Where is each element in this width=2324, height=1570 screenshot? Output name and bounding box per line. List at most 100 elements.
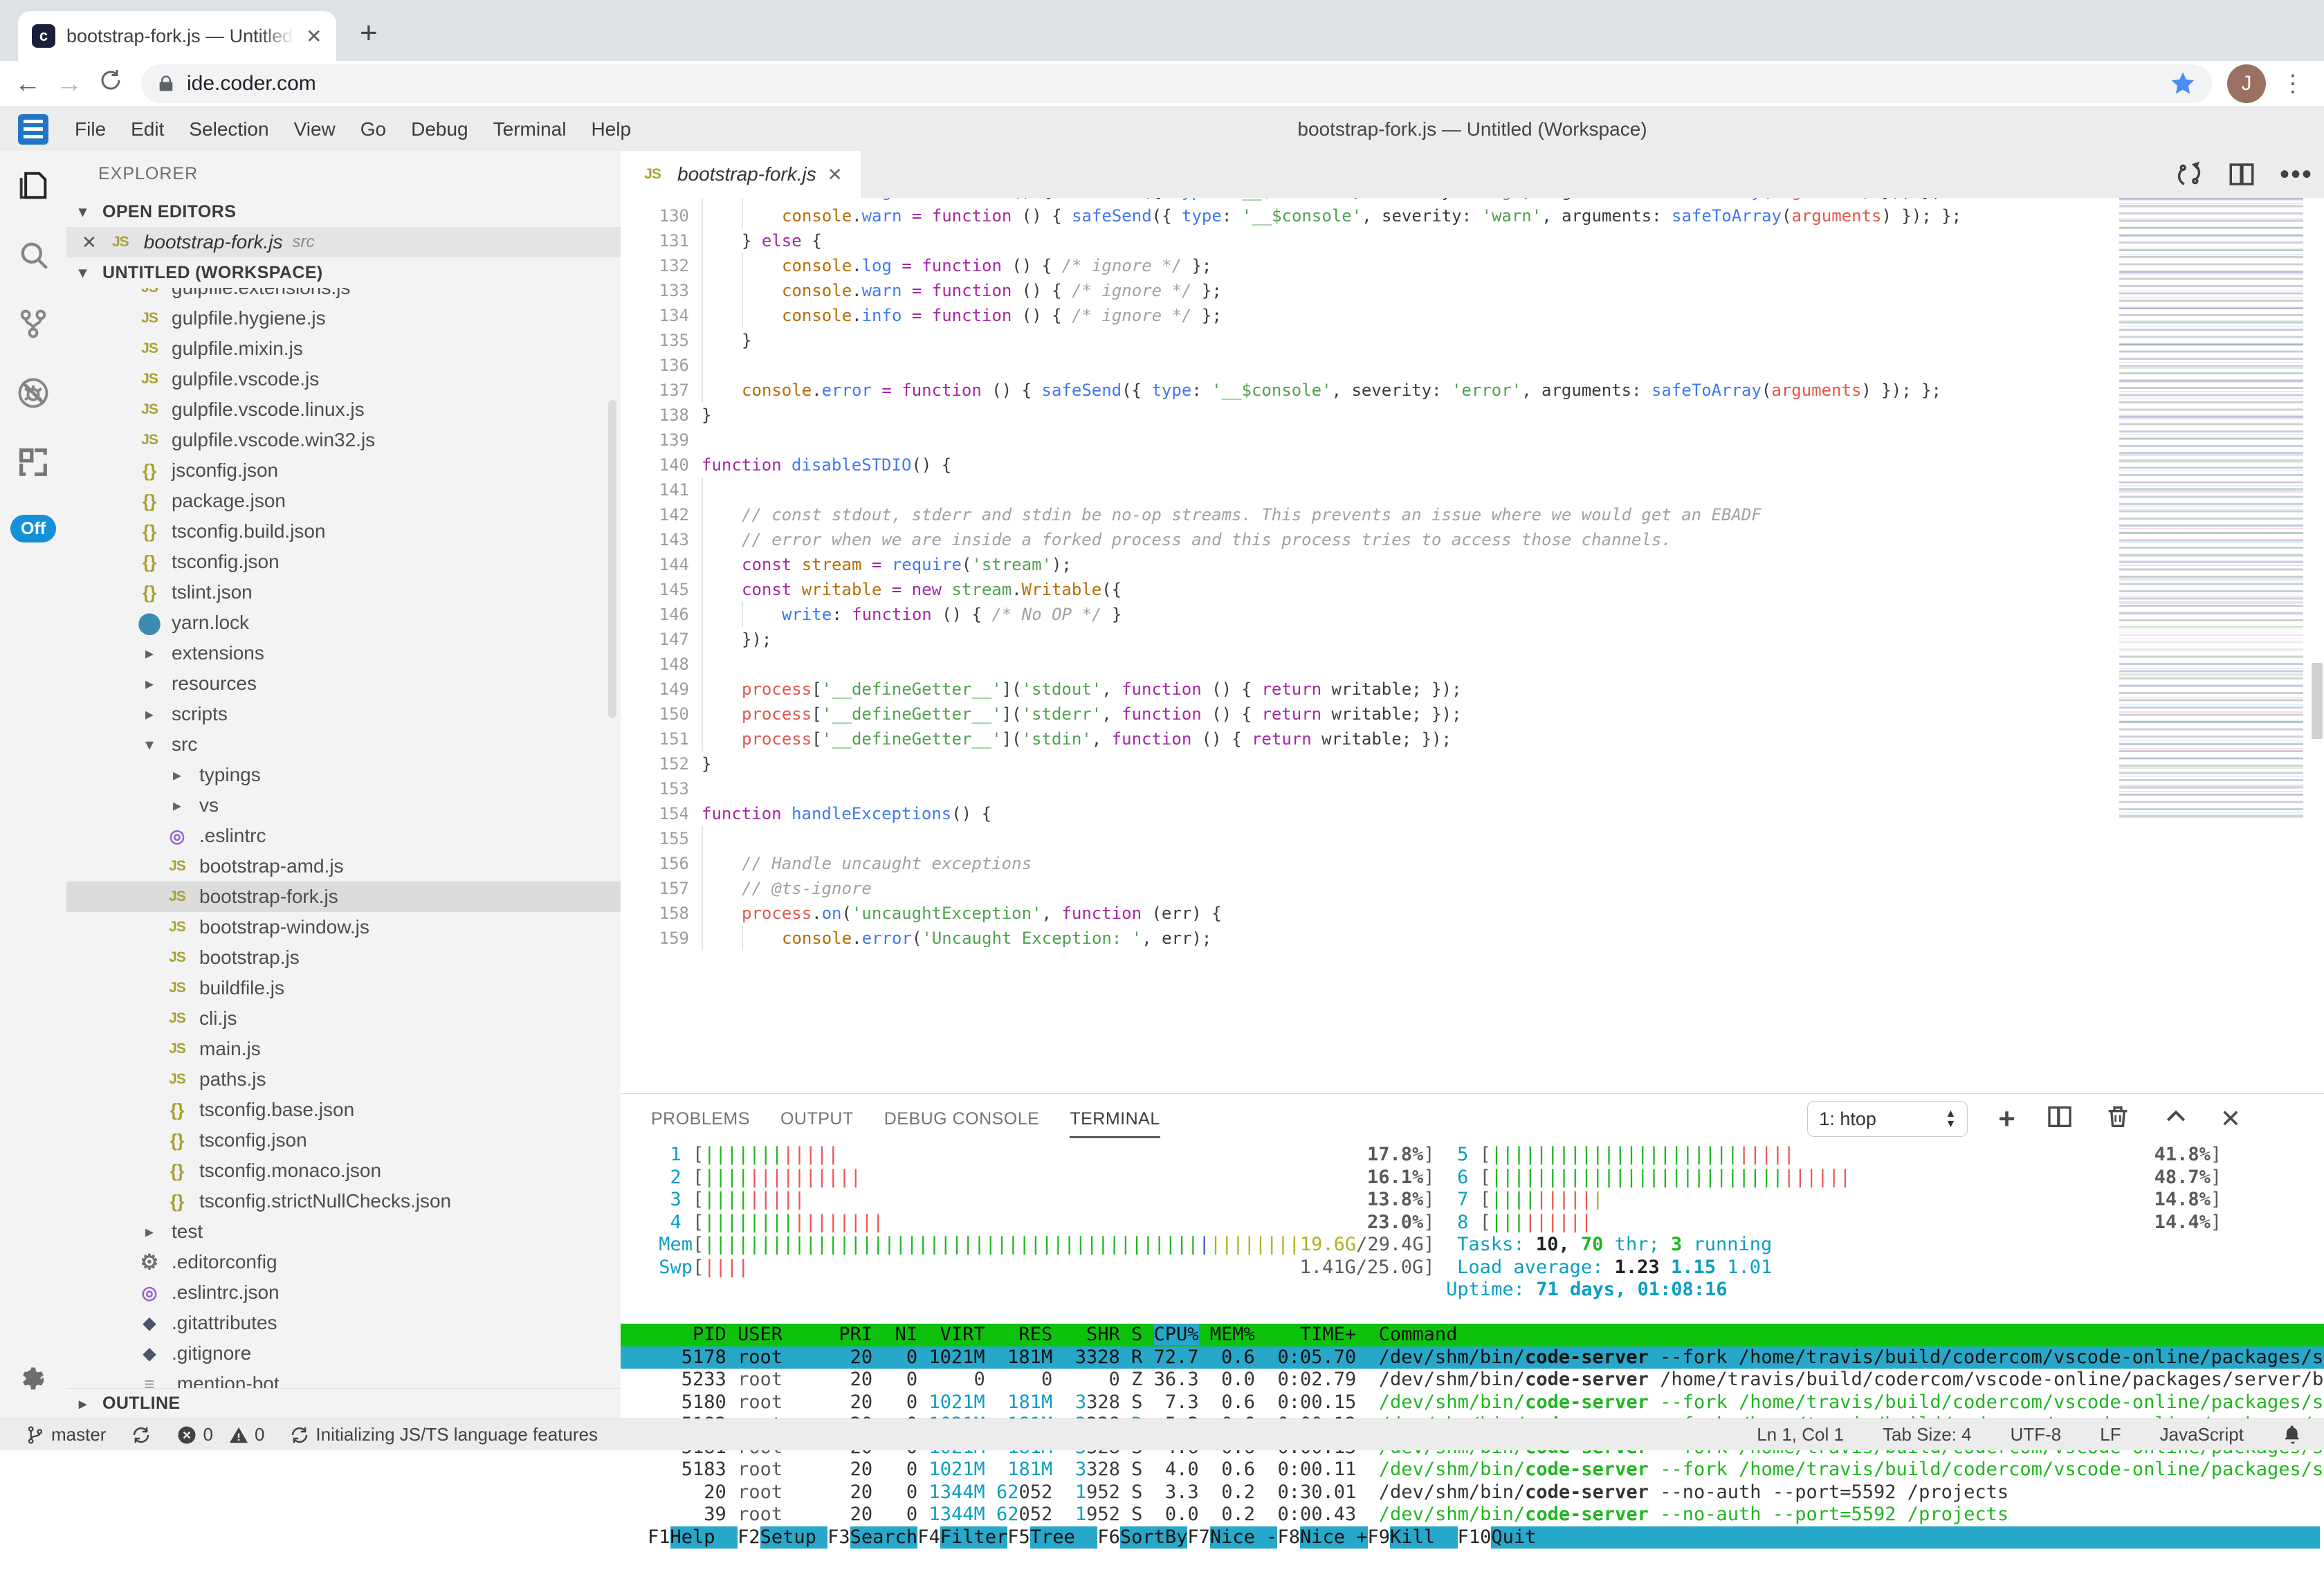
sidebar-scrollbar[interactable] [608,400,616,718]
section-outline[interactable]: ▸ OUTLINE [66,1388,621,1418]
tree-item-gulpfile.vscode.js[interactable]: JSgulpfile.vscode.js [66,364,621,394]
editor-scrollbar[interactable] [2312,663,2323,739]
avatar[interactable]: J [2227,64,2266,103]
extensions-icon[interactable] [0,428,66,497]
menu-selection[interactable]: Selection [176,118,281,140]
reload-icon[interactable] [90,68,131,100]
tree-item-vs[interactable]: ▸vs [66,790,621,821]
tree-item-yarn.lock[interactable]: ⬤yarn.lock [66,608,621,638]
language-mode[interactable]: JavaScript [2160,1424,2244,1445]
tree-item-.editorconfig[interactable]: ⚙.editorconfig [66,1247,621,1277]
tree-item-paths.js[interactable]: JSpaths.js [66,1064,621,1095]
section-workspace[interactable]: ▾ UNTITLED (WORKSPACE) [66,257,621,288]
split-terminal-icon[interactable] [2046,1103,2074,1135]
tree-item-test[interactable]: ▸test [66,1216,621,1247]
tree-item-gulpfile.extensions.js[interactable]: JSgulpfile.extensions.js [66,288,621,303]
browser-menu-icon[interactable]: ⋮ [2281,80,2305,88]
menu-edit[interactable]: Edit [118,118,176,140]
htop-process-row-5180[interactable]: 5180 root 20 0 1021M 181M 3328 S 7.3 0.6… [621,1391,2324,1414]
maximize-panel-icon[interactable] [2162,1103,2190,1135]
encoding[interactable]: UTF-8 [2011,1424,2062,1445]
open-editor-item[interactable]: ✕ JS bootstrap-fork.js src [66,227,621,257]
tree-item-bootstrap-window.js[interactable]: JSbootstrap-window.js [66,912,621,942]
tab-size[interactable]: Tab Size: 4 [1883,1424,1972,1445]
new-tab-button[interactable]: + [360,18,378,48]
tree-item-bootstrap-fork.js[interactable]: JSbootstrap-fork.js [66,882,621,912]
cursor-position[interactable]: Ln 1, Col 1 [1757,1424,1844,1445]
editor-tab[interactable]: JS bootstrap-fork.js ✕ [621,151,861,198]
tab-debug-console[interactable]: DEBUG CONSOLE [884,1094,1040,1144]
htop-table-header[interactable]: PID USER PRI NI VIRT RES SHR S CPU% MEM%… [621,1324,2324,1347]
tab-output[interactable]: OUTPUT [780,1094,854,1144]
menu-file[interactable]: File [62,118,118,140]
new-terminal-icon[interactable]: + [1998,1104,2015,1133]
back-icon[interactable]: ← [7,69,48,99]
kill-terminal-trash-icon[interactable] [2104,1103,2132,1135]
tree-item-tsconfig.build.json[interactable]: {}tsconfig.build.json [66,516,621,547]
tree-item-tsconfig.base.json[interactable]: {}tsconfig.base.json [66,1095,621,1125]
tree-item-.gitattributes[interactable]: ◆.gitattributes [66,1308,621,1338]
debug-icon[interactable] [0,358,66,428]
tree-item-.eslintrc[interactable]: ◎.eslintrc [66,821,621,851]
tree-item-scripts[interactable]: ▸scripts [66,699,621,729]
language-init-status[interactable]: Initializing JS/TS language features [289,1424,598,1445]
tree-item-bootstrap.js[interactable]: JSbootstrap.js [66,942,621,973]
problems-status[interactable]: 0 0 [176,1424,264,1445]
settings-gear-icon[interactable] [0,1362,66,1399]
tree-item-tsconfig.json[interactable]: {}tsconfig.json [66,1125,621,1156]
tree-item-cli.js[interactable]: JScli.js [66,1003,621,1034]
tree-item-resources[interactable]: ▸resources [66,668,621,699]
tree-item-typings[interactable]: ▸typings [66,760,621,790]
tree-item-jsconfig.json[interactable]: {}jsconfig.json [66,455,621,486]
tree-item-gulpfile.hygiene.js[interactable]: JSgulpfile.hygiene.js [66,303,621,334]
split-editor-icon[interactable] [2227,160,2256,189]
htop-fkey-bar[interactable]: F1Help F2Setup F3SearchF4FilterF5Tree F6… [621,1526,2324,1549]
forward-icon[interactable]: → [48,69,90,99]
tree-item-tsconfig.strictNullChecks.json[interactable]: {}tsconfig.strictNullChecks.json [66,1186,621,1216]
tree-item-.gitignore[interactable]: ◆.gitignore [66,1338,621,1369]
terminal-select[interactable]: 1: htop ▲▼ [1807,1101,1968,1137]
sync-icon[interactable] [2175,160,2204,189]
sync-status[interactable] [131,1425,152,1445]
tree-item-gulpfile.vscode.win32.js[interactable]: JSgulpfile.vscode.win32.js [66,425,621,455]
tree-item-bootstrap-amd.js[interactable]: JSbootstrap-amd.js [66,851,621,882]
menu-view[interactable]: View [282,118,348,140]
tree-item-src[interactable]: ▾src [66,729,621,760]
menu-debug[interactable]: Debug [399,118,481,140]
minimap[interactable] [2119,198,2303,821]
browser-tab[interactable]: c bootstrap-fork.js — Untitled (W ✕ [18,11,336,61]
section-open-editors[interactable]: ▾ OPEN EDITORS [66,197,621,227]
htop-process-row-20[interactable]: 20 root 20 0 1344M 62052 1952 S 3.3 0.2 … [621,1481,2324,1504]
htop-process-row-39[interactable]: 39 root 20 0 1344M 62052 1952 S 0.0 0.2 … [621,1504,2324,1526]
notifications-bell-icon[interactable] [2282,1425,2303,1445]
more-actions-icon[interactable]: ••• [2280,167,2313,181]
tab-terminal[interactable]: TERMINAL [1070,1094,1160,1144]
tree-item-tsconfig.json[interactable]: {}tsconfig.json [66,547,621,577]
tree-item-extensions[interactable]: ▸extensions [66,638,621,668]
app-logo-icon[interactable] [18,114,48,145]
tree-item-.eslintrc.json[interactable]: ◎.eslintrc.json [66,1277,621,1308]
tree-item-package.json[interactable]: {}package.json [66,486,621,516]
tab-close-icon[interactable]: ✕ [827,164,843,185]
htop-process-row-5183[interactable]: 5183 root 20 0 1021M 181M 3328 S 4.0 0.6… [621,1459,2324,1481]
tree-item-main.js[interactable]: JSmain.js [66,1034,621,1064]
tab-problems[interactable]: PROBLEMS [651,1094,750,1144]
tree-item-gulpfile.mixin.js[interactable]: JSgulpfile.mixin.js [66,334,621,364]
htop-process-row-5178[interactable]: 5178 root 20 0 1021M 181M 3328 R 72.7 0.… [621,1347,2324,1369]
tree-item-gulpfile.vscode.linux.js[interactable]: JSgulpfile.vscode.linux.js [66,394,621,425]
git-branch-status[interactable]: master [25,1424,106,1445]
terminal[interactable]: 1 [||||||||||||17.8%] 5 [|||||||||||||||… [621,1144,2324,1570]
tree-item-buildfile.js[interactable]: JSbuildfile.js [66,973,621,1003]
tree-item-tslint.json[interactable]: {}tslint.json [66,577,621,608]
close-icon[interactable]: ✕ [82,232,97,253]
htop-process-row-5233[interactable]: 5233 root 20 0 0 0 0 Z 36.3 0.0 0:02.79 … [621,1369,2324,1391]
close-panel-icon[interactable]: ✕ [2220,1104,2241,1133]
menu-go[interactable]: Go [348,118,399,140]
source-control-icon[interactable] [0,289,66,358]
code-editor[interactable]: 129console.log = function () { safeSend(… [621,198,2324,1093]
bookmark-star-icon[interactable] [2169,70,2197,98]
search-icon[interactable] [0,220,66,289]
address-bar[interactable]: ide.coder.com [141,64,2212,103]
eol[interactable]: LF [2100,1424,2121,1445]
online-toggle-badge[interactable]: Off [10,515,56,542]
